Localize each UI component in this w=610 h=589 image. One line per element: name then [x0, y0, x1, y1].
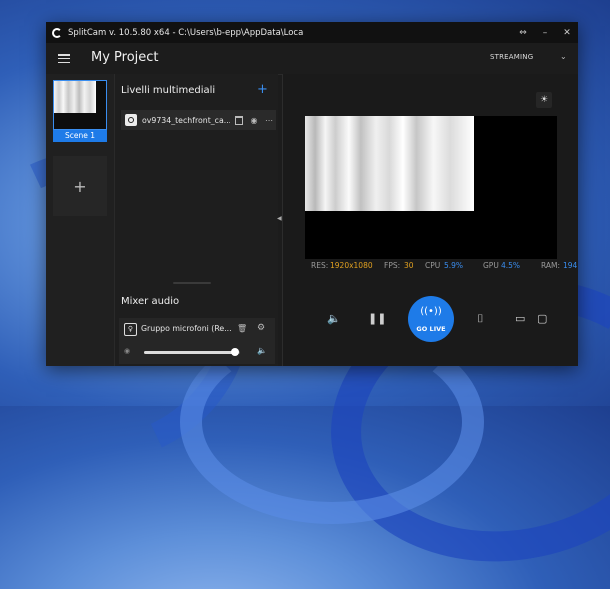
streaming-mode-button[interactable]: STREAMING	[490, 53, 533, 61]
splitcam-window: SplitCam v. 10.5.80 x64 - C:\Users\b-epp…	[46, 22, 578, 366]
volume-knob[interactable]	[231, 348, 240, 356]
layers-panel: Livelli multimediali + ov9734_techfront_…	[115, 74, 278, 366]
scenes-panel: Scene 1 +	[46, 74, 115, 366]
lock-icon[interactable]	[233, 114, 245, 126]
title-bar: SplitCam v. 10.5.80 x64 - C:\Users\b-epp…	[46, 22, 578, 43]
fps-label: FPS:	[384, 261, 401, 270]
res-label: RES:	[311, 261, 329, 270]
scene-thumbnail[interactable]	[53, 80, 107, 130]
fps-value: 30	[404, 261, 414, 270]
scene-preview-image	[54, 81, 96, 113]
layer-name: ov9734_techfront_ca...	[142, 115, 230, 125]
window-controls: ⇔ – ✕	[512, 22, 578, 43]
close-button[interactable]: ✕	[556, 22, 578, 43]
pause-icon[interactable]: ❚❚	[368, 312, 386, 325]
trash-icon[interactable]: 🗑	[237, 324, 247, 333]
ram-value: 194 I	[563, 261, 578, 270]
eye-icon[interactable]: ◉	[248, 114, 260, 126]
mixer-source-name: Gruppo microfoni (Re...	[141, 324, 231, 333]
preview-panel: ☀ RES: 1920x1080 FPS: 30 CPU 5.9% GPU 4.…	[282, 74, 578, 366]
webcam-preview-image	[305, 116, 474, 211]
eye-icon[interactable]: ◉	[124, 347, 130, 355]
hamburger-icon[interactable]	[58, 54, 70, 64]
go-live-button[interactable]: ((•)) GO LIVE	[408, 296, 454, 342]
ram-label: RAM:	[541, 261, 561, 270]
chevron-down-icon[interactable]: ⌄	[560, 52, 567, 61]
record-icon[interactable]: ▭	[515, 312, 525, 325]
scene-label[interactable]: Scene 1	[53, 130, 107, 142]
camera-icon[interactable]: ⌷	[477, 312, 484, 326]
gpu-label: GPU	[483, 261, 499, 270]
more-icon[interactable]: ⋯	[263, 114, 275, 126]
window-title: SplitCam v. 10.5.80 x64 - C:\Users\b-epp…	[68, 27, 304, 38]
minimize-button[interactable]: –	[534, 22, 556, 43]
mic-icon: ♀	[124, 323, 137, 336]
go-live-label: GO LIVE	[416, 325, 446, 333]
add-layer-button[interactable]: +	[257, 82, 268, 97]
add-scene-button[interactable]: +	[53, 156, 107, 216]
volume-fill	[144, 351, 236, 354]
gear-icon[interactable]: ⚙	[257, 323, 265, 333]
sun-icon[interactable]: ☀	[536, 92, 552, 108]
volume-slider[interactable]	[144, 348, 240, 356]
cpu-value: 5.9%	[444, 261, 464, 270]
speaker-icon[interactable]: 🔈	[257, 346, 267, 355]
layers-title: Livelli multimediali	[121, 85, 216, 96]
preview-canvas[interactable]	[305, 116, 557, 259]
panel-resize-handle[interactable]	[173, 282, 211, 284]
pin-window-button[interactable]: ⇔	[512, 22, 534, 43]
app-logo-icon	[52, 27, 62, 38]
speaker-icon[interactable]: 🔈	[327, 312, 341, 325]
app-header: My Project STREAMING ⌄	[46, 43, 578, 75]
gpu-value: 4.5%	[501, 261, 521, 270]
chat-icon[interactable]: ▢	[537, 312, 547, 325]
collapse-panel-arrow[interactable]: ◀	[277, 215, 282, 222]
mixer-title: Mixer audio	[121, 296, 180, 307]
broadcast-icon: ((•))	[420, 306, 442, 317]
res-value: 1920x1080	[330, 261, 373, 270]
cpu-label: CPU	[425, 261, 441, 270]
project-title: My Project	[91, 50, 159, 65]
mixer-item: ♀ Gruppo microfoni (Re... 🗑 ⚙ ◉ 🔈	[119, 318, 275, 364]
webcam-icon	[125, 114, 137, 126]
layer-item[interactable]: ov9734_techfront_ca... ◉ ⋯	[121, 110, 276, 130]
